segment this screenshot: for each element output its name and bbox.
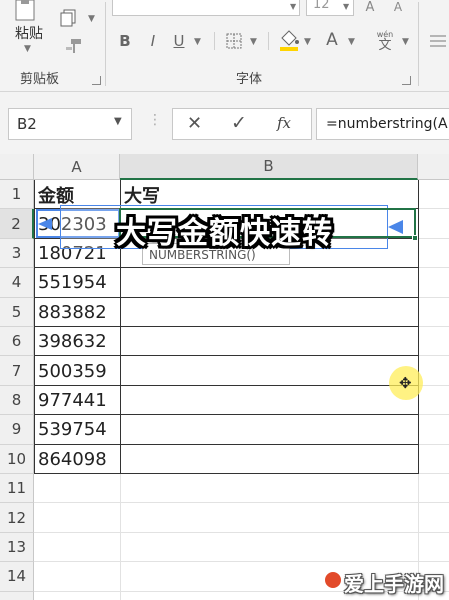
row-header[interactable]: 11 <box>0 474 34 504</box>
cell-b[interactable] <box>120 298 418 327</box>
font-name-dropdown-caret[interactable]: ▼ <box>290 2 296 11</box>
font-color-icon[interactable]: A <box>322 28 342 52</box>
cell-a[interactable]: 398632 <box>34 327 120 356</box>
cell-a[interactable] <box>34 474 120 503</box>
row-header[interactable]: 10 <box>0 444 34 474</box>
row-header[interactable]: 5 <box>0 297 34 327</box>
increase-font-size-button[interactable]: A <box>362 0 378 15</box>
name-box-dropdown-caret[interactable]: ▼ <box>114 116 122 127</box>
cell-b[interactable] <box>120 445 418 474</box>
cell-a[interactable]: 539754 <box>34 415 120 444</box>
copy-dropdown-caret[interactable]: ▼ <box>88 14 95 24</box>
borders-dropdown-caret[interactable]: ▼ <box>250 37 257 47</box>
copy-icon[interactable] <box>58 8 80 28</box>
underline-button[interactable]: U <box>170 32 188 50</box>
enter-entry-icon[interactable]: ✓ <box>231 112 247 134</box>
cell-b[interactable] <box>120 533 418 562</box>
row-header[interactable]: 7 <box>0 356 34 386</box>
clipboard-group-label: 剪贴板 <box>20 72 60 87</box>
increase-font-size-label: A <box>365 0 375 15</box>
cell-a[interactable]: 864098 <box>34 445 120 474</box>
cell-a[interactable]: 883882 <box>34 298 120 327</box>
column-header-a[interactable]: A <box>34 154 120 180</box>
cell-a[interactable] <box>34 533 120 562</box>
paste-dropdown-caret[interactable]: ▼ <box>24 44 31 54</box>
select-all-corner[interactable] <box>0 154 34 180</box>
cell-b[interactable] <box>120 415 418 444</box>
phonetic-character: 文 <box>378 37 392 53</box>
column-gridline <box>120 474 121 600</box>
font-size-dropdown-caret[interactable]: ▼ <box>343 2 349 11</box>
cell-b[interactable] <box>120 356 418 385</box>
cell-a[interactable]: 500359 <box>34 356 120 385</box>
insert-function-icon[interactable]: fx <box>277 114 291 132</box>
phonetic-dropdown-caret[interactable]: ▼ <box>402 37 409 47</box>
cell-b[interactable] <box>120 503 418 532</box>
cell-b[interactable] <box>120 386 418 415</box>
font-size-combo[interactable]: 12 ▼ <box>306 0 354 16</box>
font-size-value: 12 <box>313 0 330 12</box>
clipboard-dialog-launcher-icon[interactable] <box>92 76 101 85</box>
bold-button[interactable]: B <box>116 32 134 50</box>
font-inner-divider <box>214 32 215 50</box>
cell-cursor-icon: ✥ <box>399 374 412 392</box>
column-header-empty <box>418 154 449 180</box>
watermark: 爱上手游网 <box>344 572 444 596</box>
row-header[interactable]: 14 <box>0 562 34 592</box>
cell-a[interactable]: 977441 <box>34 386 120 415</box>
formula-input[interactable]: =numberstring(A <box>316 108 449 140</box>
cell-b[interactable] <box>120 474 418 503</box>
italic-button[interactable]: I <box>144 32 162 50</box>
font-color-dropdown-caret[interactable]: ▼ <box>348 37 355 47</box>
decrease-font-size-label: A <box>393 0 403 14</box>
fill-color-dropdown-caret[interactable]: ▼ <box>304 37 311 47</box>
cell-a[interactable] <box>34 503 120 532</box>
cell-a[interactable]: 551954 <box>34 268 120 297</box>
row-header[interactable]: 12 <box>0 503 34 533</box>
paste-button[interactable]: 粘贴 <box>10 24 48 42</box>
row-header[interactable]: 1 <box>0 180 34 210</box>
font-group-label: 字体 <box>236 72 263 87</box>
cell-a[interactable] <box>34 562 120 591</box>
cancel-entry-icon[interactable]: ✕ <box>187 113 202 134</box>
font-inner-divider <box>268 32 269 50</box>
formula-buttons: ✕ ✓ fx <box>172 108 312 140</box>
row-header[interactable]: 15 <box>0 591 34 600</box>
cell-a[interactable] <box>34 592 120 600</box>
row-header[interactable]: 6 <box>0 327 34 357</box>
align-top-icon[interactable] <box>428 32 448 50</box>
row-header[interactable]: 13 <box>0 532 34 563</box>
format-painter-icon[interactable] <box>62 36 84 56</box>
formula-bar-resize-handle[interactable]: ⋮ <box>148 112 162 128</box>
font-dialog-launcher-icon[interactable] <box>402 76 411 85</box>
cell-b[interactable] <box>120 268 418 297</box>
underline-dropdown-caret[interactable]: ▼ <box>194 37 201 47</box>
decrease-font-size-button[interactable]: A <box>390 0 406 14</box>
cell-b[interactable] <box>120 327 418 356</box>
borders-icon[interactable] <box>224 31 244 51</box>
row-header[interactable]: 4 <box>0 268 34 298</box>
video-caption: 大写金额快速转 <box>116 216 333 251</box>
group-divider <box>105 2 106 86</box>
group-divider <box>418 2 419 86</box>
font-name-combo[interactable]: ▼ <box>112 0 300 16</box>
row-header[interactable]: 9 <box>0 415 34 445</box>
fill-color-icon[interactable] <box>278 28 300 52</box>
phonetic-guide-icon[interactable]: wén 文 <box>372 28 398 54</box>
font-color-label: A <box>326 30 338 50</box>
row-header[interactable]: 8 <box>0 385 34 416</box>
column-header-b[interactable]: B <box>120 154 418 180</box>
watermark-logo-icon <box>323 570 343 590</box>
ribbon: 粘贴 ▼ ▼ 剪贴板 ▼ 12 ▼ A A B I U ▼ ▼ ▼ A ▼ wé… <box>0 0 449 92</box>
paste-icon[interactable] <box>10 0 44 22</box>
